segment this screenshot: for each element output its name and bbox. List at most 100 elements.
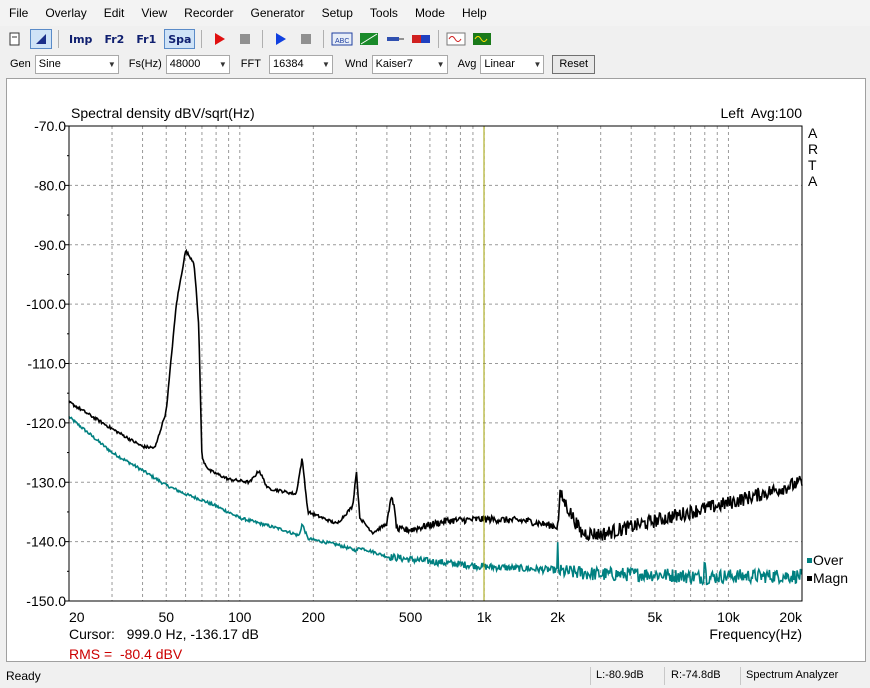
fs-select[interactable]: 48000 ▼	[165, 54, 230, 74]
reset-button[interactable]: Reset	[552, 54, 596, 74]
y-tick-label: -150.0	[26, 593, 66, 609]
menu-edit[interactable]: Edit	[95, 6, 133, 20]
x-axis: 20 50 100 200 500 1k 2k 5k 10k 20k	[69, 609, 803, 625]
menu-generator[interactable]: Generator	[242, 6, 313, 20]
menu-setup[interactable]: Setup	[313, 6, 361, 20]
series-layer	[68, 248, 803, 586]
meter-icon[interactable]	[410, 29, 432, 49]
settings-bar: Gen Sine ▼ Fs(Hz) 48000 ▼ FFT 16384 ▼ Wnd K…	[0, 52, 870, 76]
toolbar-separator	[438, 30, 440, 48]
x-tick-label: 1k	[477, 609, 493, 625]
arta-brand: ARTA	[808, 125, 818, 189]
avg-label: Avg	[457, 58, 477, 70]
chevron-down-icon: ▼	[218, 59, 227, 69]
status-divider	[590, 667, 591, 685]
fs-label: Fs(Hz)	[128, 58, 162, 70]
spectrum-chart[interactable]: Spectral density dBV/sqrt(Hz) Left Avg:1…	[7, 79, 865, 662]
status-divider	[740, 667, 741, 685]
toolbar: Imp Fr2 Fr1 Spa ABC	[0, 26, 870, 52]
legend: Over Magn	[807, 552, 848, 586]
x-tick-label: 200	[302, 609, 326, 625]
fr2-mode-button[interactable]: Fr2	[100, 29, 128, 49]
spa-mode-button[interactable]: Spa	[164, 29, 196, 49]
avg-select[interactable]: Linear ▼	[480, 54, 545, 74]
status-right-level: R:-74.8dB	[671, 669, 721, 681]
wnd-value: Kaiser7	[375, 58, 413, 70]
stop-icon[interactable]	[234, 29, 256, 49]
y-tick-label: -80.0	[34, 177, 66, 193]
menu-help[interactable]: Help	[453, 6, 495, 20]
menu-file[interactable]: File	[0, 6, 36, 20]
series-line-magn	[68, 248, 803, 542]
chevron-down-icon: ▼	[322, 59, 330, 69]
menu-recorder[interactable]: Recorder	[175, 6, 241, 20]
play-icon[interactable]	[269, 29, 291, 49]
x-tick-label: 100	[228, 609, 252, 625]
x-tick-label: 500	[399, 609, 423, 625]
chevron-down-icon: ▼	[533, 59, 542, 69]
legend-swatch	[807, 558, 812, 563]
brand-letter: A	[808, 173, 818, 189]
status-divider	[664, 667, 665, 685]
toolbar-separator	[323, 30, 325, 48]
scale-icon[interactable]	[358, 29, 380, 49]
wave-icon[interactable]	[445, 29, 467, 49]
y-tick-label: -90.0	[34, 237, 66, 253]
menu-view[interactable]: View	[132, 6, 175, 20]
x-tick-label: 20k	[779, 609, 803, 625]
chevron-down-icon: ▼	[107, 59, 116, 69]
y-tick-label: -130.0	[26, 474, 66, 490]
menu-tools[interactable]: Tools	[361, 6, 406, 20]
menu-mode[interactable]: Mode	[406, 6, 453, 20]
plot-area[interactable]: Spectral density dBV/sqrt(Hz) Left Avg:1…	[6, 78, 866, 662]
brand-letter: T	[808, 157, 817, 173]
brand-letter: R	[808, 141, 818, 157]
grid	[65, 125, 803, 602]
y-axis: -70.0 -80.0 -90.0 -100.0 -110.0 -120.0 -130.0 -…	[26, 118, 66, 609]
y-tick-label: -120.0	[26, 415, 66, 431]
channel-avg-info: Left Avg:100	[721, 105, 803, 121]
record-icon[interactable]	[208, 29, 230, 49]
gen-select[interactable]: Sine ▼	[34, 54, 119, 74]
fft-label: FFT	[240, 58, 261, 70]
scope-icon[interactable]	[471, 29, 493, 49]
menu-overlay[interactable]: Overlay	[36, 6, 94, 20]
stop2-icon[interactable]	[295, 29, 317, 49]
new-doc-icon[interactable]	[4, 29, 26, 49]
chart-title: Spectral density dBV/sqrt(Hz)	[71, 105, 255, 121]
fr1-mode-button[interactable]: Fr1	[132, 29, 160, 49]
legend-label: Over	[813, 552, 844, 568]
fft-value: 16384	[272, 58, 304, 70]
menu-bar: File Overlay Edit View Recorder Generato…	[0, 0, 870, 26]
gen-label: Gen	[10, 58, 31, 70]
avg-value: Linear	[484, 58, 515, 70]
probe-icon[interactable]	[384, 29, 406, 49]
status-left-level: L:-80.9dB	[596, 669, 644, 681]
x-axis-label: Frequency(Hz)	[709, 626, 802, 642]
brand-letter: A	[808, 125, 818, 141]
x-tick-label: 50	[158, 609, 174, 625]
gen-value: Sine	[38, 58, 61, 70]
series-line-over	[68, 416, 803, 586]
status-mode: Spectrum Analyzer	[746, 669, 839, 681]
cursor-readout: Cursor: 999.0 Hz, -136.17 dB	[69, 626, 259, 642]
legend-swatch	[807, 576, 812, 581]
svg-text:ABC: ABC	[335, 38, 349, 45]
y-tick-label: -100.0	[26, 296, 66, 312]
status-ready: Ready	[6, 669, 41, 683]
x-tick-label: 20	[69, 609, 85, 625]
fs-value: 48000	[169, 58, 201, 70]
abc-icon[interactable]: ABC	[330, 29, 354, 49]
analyze-icon[interactable]	[30, 29, 52, 49]
y-tick-label: -70.0	[34, 118, 66, 134]
y-tick-label: -140.0	[26, 534, 66, 550]
x-tick-label: 2k	[550, 609, 566, 625]
wnd-label: Wnd	[344, 58, 368, 70]
rms-readout: RMS = -80.4 dBV	[69, 646, 183, 661]
wnd-select[interactable]: Kaiser7 ▼	[371, 54, 448, 74]
imp-mode-button[interactable]: Imp	[65, 29, 96, 49]
legend-label: Magn	[813, 570, 848, 586]
y-tick-label: -110.0	[27, 356, 66, 372]
fft-select[interactable]: 16384 ▼	[268, 54, 333, 74]
toolbar-separator	[58, 30, 59, 48]
